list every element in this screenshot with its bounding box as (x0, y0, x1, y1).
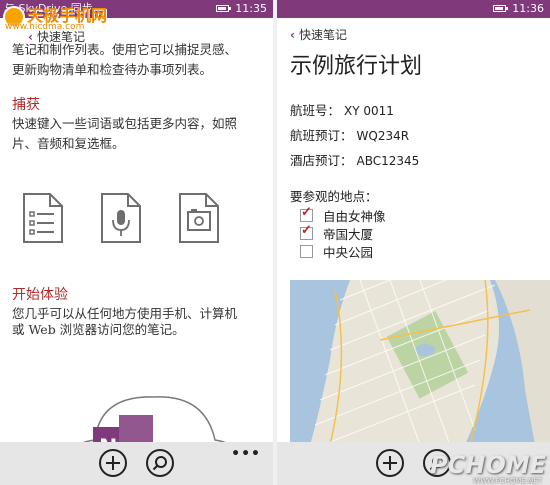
status-bar: 11:36 (277, 0, 550, 18)
chevron-left-icon: ‹ (290, 28, 295, 42)
back-link[interactable]: ‹ 快速笔记 (290, 26, 347, 43)
page-title: 示例旅行计划 (290, 54, 423, 79)
checkbox[interactable] (300, 205, 313, 222)
left-phone-screen: 与 SkyDrive 同步 11:35 天极手机网 www.hicdma.com… (0, 0, 273, 485)
start-heading: 开始体验 (12, 287, 68, 303)
capture-line-2: 片、音频和复选框。 (12, 136, 125, 151)
start-line-2: 或 Web 浏览器访问您的笔记。 (12, 322, 185, 337)
capture-heading: 捕获 (12, 97, 40, 113)
battery-icon (216, 5, 231, 12)
app-bar: ••• (0, 442, 273, 485)
right-phone-screen: 11:36 ‹ 快速笔记 示例旅行计划 航班号： XY 0011 航班预订： WQ23… (277, 0, 550, 485)
status-time: 11:35 (235, 2, 267, 15)
status-time: 11:36 (512, 2, 544, 15)
places-label: 要参观的地点： (290, 189, 378, 204)
checklist-item-central-park[interactable]: 中央公园 (300, 242, 373, 261)
plus-icon (383, 456, 397, 470)
audio-document-icon (101, 193, 141, 243)
add-button[interactable] (376, 449, 404, 477)
checklist-document-icon (23, 193, 63, 243)
photo-document-icon (179, 193, 219, 243)
back-link-label: 快速笔记 (298, 28, 347, 42)
capture-line-1: 快速键入一些词语或包括更多内容，如照 (12, 116, 238, 131)
plus-icon (106, 456, 120, 470)
checklist-item-statue-of-liberty[interactable]: 自由女神像 (300, 205, 386, 225)
pchome-watermark-url: WWW.PCHOME.NET (473, 477, 542, 485)
more-options-button[interactable]: ••• (231, 446, 261, 462)
hotel-booking-row[interactable]: 酒店预订： ABC12345 (290, 150, 419, 169)
battery-icon (493, 5, 508, 12)
flight-number-row[interactable]: 航班号： XY 0011 (290, 100, 394, 119)
screenshot-comparison: 与 SkyDrive 同步 11:35 天极手机网 www.hicdma.com… (0, 0, 550, 485)
search-icon (152, 456, 167, 471)
watermark-url: www.hicdma.com (5, 22, 85, 32)
map-image[interactable] (290, 280, 550, 445)
checkbox[interactable] (300, 223, 313, 240)
search-button[interactable] (146, 449, 174, 477)
intro-line-1: 笔记和制作列表。使用它可以捕捉灵感、 (12, 42, 238, 57)
checkbox[interactable] (300, 245, 313, 258)
add-button[interactable] (99, 449, 127, 477)
pchome-watermark: PCHOME (430, 451, 546, 479)
intro-line-2: 更新购物清单和检查待办事项列表。 (12, 62, 213, 77)
checklist-item-empire-state[interactable]: 帝国大厦 (300, 223, 373, 243)
flight-booking-row[interactable]: 航班预订： WQ234R (290, 125, 409, 144)
